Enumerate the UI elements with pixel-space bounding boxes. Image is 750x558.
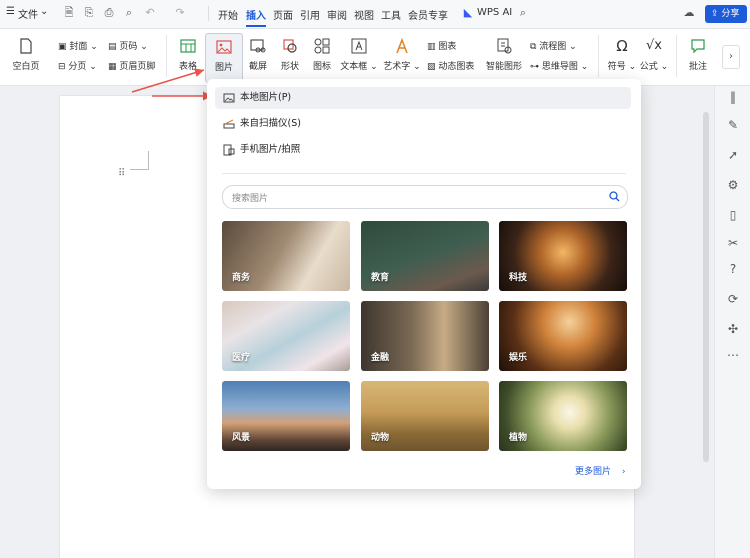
menu-scanner-label: 来自扫描仪(S) <box>240 118 301 129</box>
more-pictures-label: 更多图片 <box>575 467 612 477</box>
search-placeholder: 搜索图片 <box>232 194 269 204</box>
category-tile-entertainment[interactable]: 娱乐 <box>499 301 627 371</box>
chevron-right-icon: › <box>621 467 626 477</box>
category-label: 娱乐 <box>509 353 528 363</box>
category-tile-finance[interactable]: 金融 <box>361 301 489 371</box>
category-tile-animals[interactable]: 动物 <box>361 381 489 451</box>
category-tile-education[interactable]: 教育 <box>361 221 489 291</box>
category-tile-plants[interactable]: 植物 <box>499 381 627 451</box>
category-label: 商务 <box>232 273 251 283</box>
category-tile-scenery[interactable]: 风景 <box>222 381 350 451</box>
phone-image-icon <box>223 144 235 156</box>
scanner-icon <box>223 119 235 129</box>
category-tile-technology[interactable]: 科技 <box>499 221 627 291</box>
picture-dropdown: 本地图片(P) 来自扫描仪(S) 手机图片/拍照 搜索图片 商务 教育 科技 医… <box>207 79 641 489</box>
category-label: 植物 <box>509 433 528 443</box>
category-label: 科技 <box>509 273 528 283</box>
menu-phone-picture[interactable]: 手机图片/拍照 <box>215 139 631 161</box>
category-tile-medical[interactable]: 医疗 <box>222 301 350 371</box>
menu-scanner[interactable]: 来自扫描仪(S) <box>215 113 631 135</box>
category-tile-business[interactable]: 商务 <box>222 221 350 291</box>
menu-local-picture-label: 本地图片(P) <box>240 92 292 103</box>
search-icon[interactable] <box>609 191 620 202</box>
category-label: 动物 <box>371 433 390 443</box>
category-label: 教育 <box>371 273 390 283</box>
category-label: 风景 <box>232 433 251 443</box>
category-label: 金融 <box>371 353 390 363</box>
category-label: 医疗 <box>232 353 251 363</box>
arrow-to-picture <box>131 68 205 93</box>
more-pictures-link[interactable]: 更多图片 › <box>575 464 626 477</box>
image-icon <box>223 93 235 103</box>
divider <box>222 173 626 174</box>
picture-search-input[interactable]: 搜索图片 <box>222 185 628 209</box>
menu-phone-picture-label: 手机图片/拍照 <box>240 144 301 155</box>
menu-local-picture[interactable]: 本地图片(P) <box>215 87 631 109</box>
